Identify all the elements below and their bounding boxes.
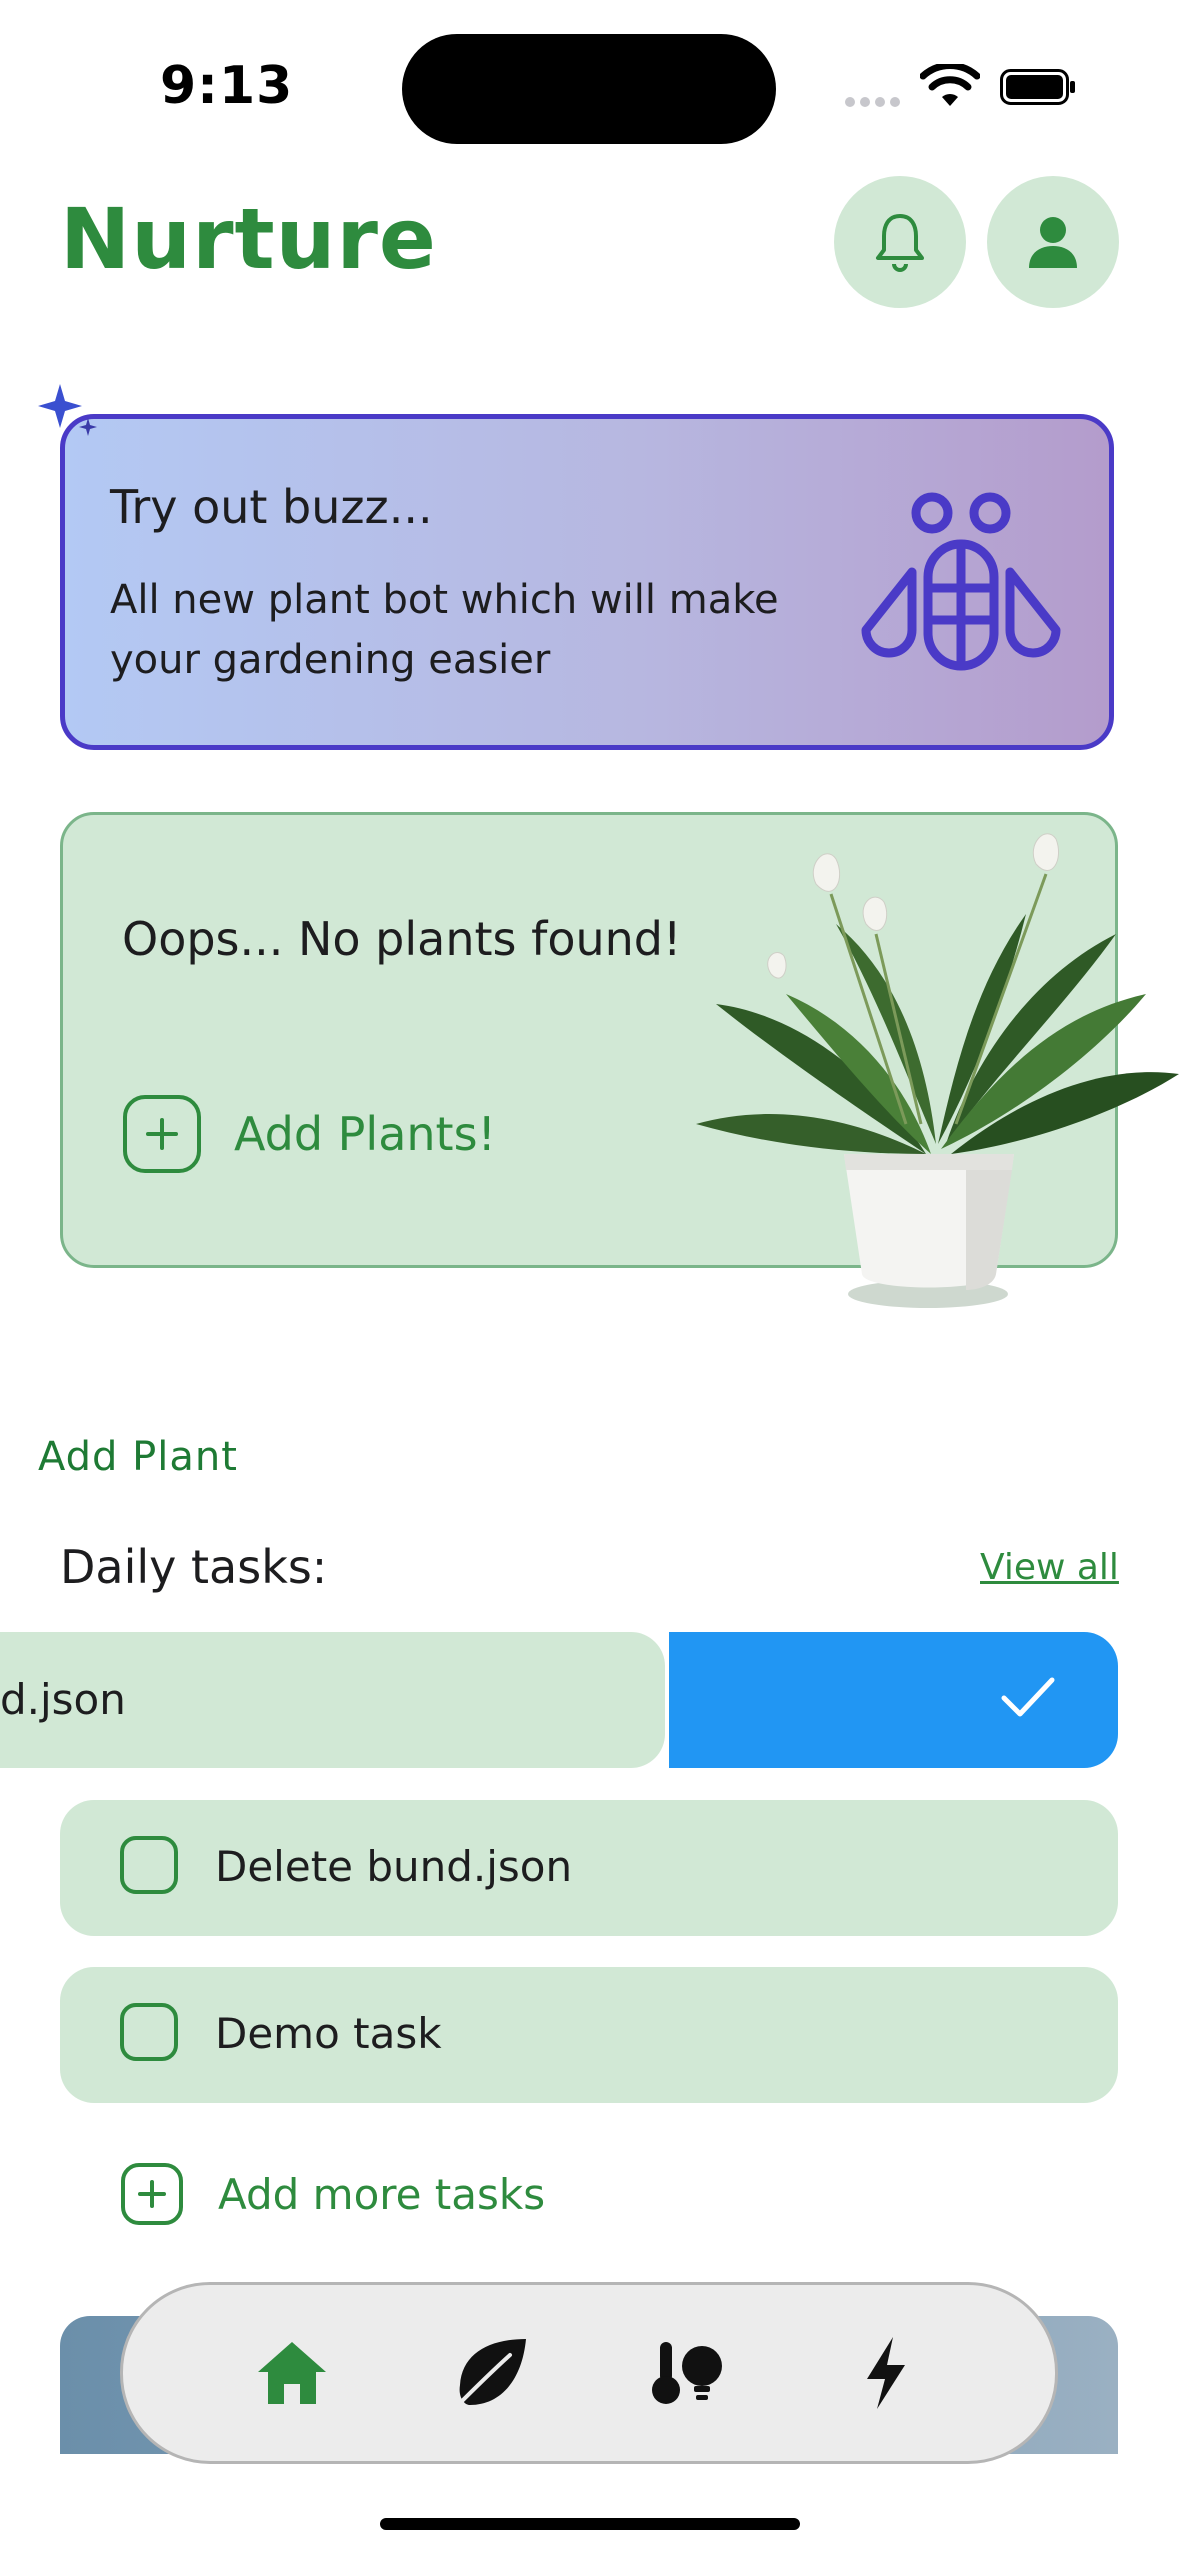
thermometer-bulb-icon: [652, 2342, 722, 2404]
home-indicator: [380, 2518, 800, 2530]
tab-home[interactable]: [242, 2323, 342, 2423]
task-row[interactable]: Demo task: [60, 1967, 1118, 2103]
add-more-tasks-button[interactable]: Add more tasks: [120, 2162, 545, 2226]
bee-icon: [861, 492, 1061, 671]
wifi-icon: [920, 64, 980, 106]
profile-button[interactable]: [987, 176, 1119, 308]
add-plant-link[interactable]: Add Plant: [38, 1434, 238, 1480]
task-label: Demo task: [215, 2009, 442, 2058]
daily-tasks-title: Daily tasks:: [60, 1540, 328, 1594]
task-checkbox[interactable]: [120, 2003, 178, 2061]
add-plants-label: Add Plants!: [234, 1107, 496, 1161]
notifications-button[interactable]: [834, 176, 966, 308]
sparkle-icon: [38, 384, 97, 436]
add-more-tasks-label: Add more tasks: [218, 2169, 546, 2219]
no-plants-message: Oops... No plants found!: [122, 912, 682, 966]
battery-icon: [1000, 69, 1075, 105]
add-square-icon: [123, 1095, 201, 1173]
tab-energy[interactable]: [836, 2323, 936, 2423]
person-icon: [1029, 217, 1077, 268]
tab-plants[interactable]: [440, 2323, 540, 2423]
dynamic-island: [402, 34, 776, 144]
checkmark-icon: [1001, 1677, 1055, 1717]
leaf-icon: [452, 2339, 526, 2411]
task-checkbox[interactable]: [120, 1836, 178, 1894]
swiped-task-label: d.json: [0, 1675, 126, 1724]
buzz-title: Try out buzz...: [110, 480, 433, 534]
tab-conditions[interactable]: [638, 2323, 738, 2423]
app-title: Nurture: [60, 190, 437, 288]
home-icon: [258, 2342, 326, 2404]
cellular-signal-icon: [845, 92, 905, 111]
bell-icon: [876, 214, 924, 272]
peace-lily-plant-image: [696, 833, 1179, 1308]
status-time: 9:13: [160, 56, 294, 116]
tab-bar: [120, 2282, 1058, 2464]
add-square-icon: [121, 2163, 183, 2225]
add-plants-button[interactable]: Add Plants!: [122, 1094, 496, 1174]
buzz-description: All new plant bot which will make your g…: [110, 577, 779, 683]
task-row[interactable]: Delete bund.json: [60, 1800, 1118, 1936]
view-all-link[interactable]: View all: [980, 1547, 1119, 1588]
lightning-icon: [867, 2337, 905, 2409]
task-label: Delete bund.json: [215, 1842, 573, 1891]
